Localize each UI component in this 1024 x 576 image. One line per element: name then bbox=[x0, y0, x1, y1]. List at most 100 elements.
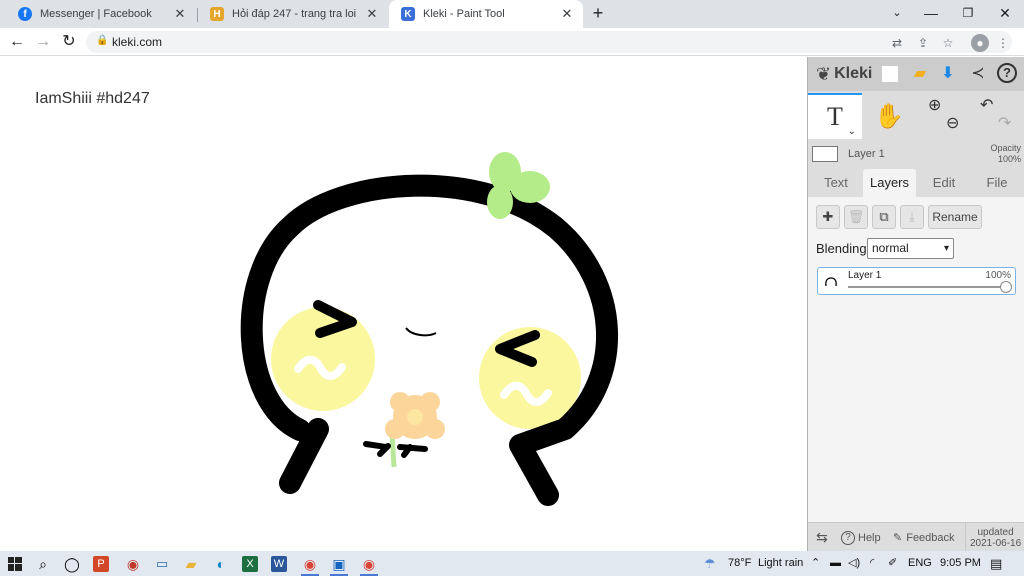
hoidap-icon: H bbox=[210, 7, 224, 21]
volume-icon[interactable]: ◁) bbox=[848, 551, 860, 576]
rename-button[interactable]: Rename bbox=[928, 205, 982, 229]
hand-tool-button[interactable]: ✋ bbox=[862, 93, 916, 139]
hand-icon: ✋ bbox=[874, 102, 904, 130]
zoom-tool-button[interactable]: ⊕ ⊖ bbox=[916, 93, 970, 139]
edge-icon[interactable]: ◐ bbox=[211, 554, 231, 574]
profile-avatar-icon[interactable]: ● bbox=[971, 34, 989, 52]
blending-select[interactable]: normal ▾ bbox=[867, 238, 954, 259]
menu-kebab-icon[interactable]: ⋮ bbox=[994, 34, 1012, 52]
layer-name: Layer 1 bbox=[848, 270, 882, 281]
undo-redo-button[interactable]: ↶ ↷ bbox=[970, 93, 1024, 139]
tab-edit[interactable]: Edit bbox=[920, 169, 968, 197]
monitor-icon[interactable]: ▭ bbox=[152, 554, 172, 574]
help-label: Help bbox=[858, 531, 881, 544]
chrome-red-icon[interactable]: ◉ bbox=[123, 554, 143, 574]
layer-thumbnail bbox=[825, 277, 837, 287]
layer-list-item[interactable]: Layer 1 100% bbox=[817, 267, 1016, 295]
add-layer-button[interactable]: ✚ bbox=[816, 205, 840, 229]
feedback-link[interactable]: ✎ Feedback bbox=[893, 523, 955, 552]
chrome-active-icon[interactable]: ◉ bbox=[359, 554, 379, 574]
bookmark-star-icon[interactable]: ☆ bbox=[939, 34, 957, 52]
photos-icon[interactable]: ▣ bbox=[329, 554, 349, 574]
kleki-logo[interactable]: ❦ Kleki bbox=[816, 64, 872, 85]
update-info[interactable]: updated 2021-06-16 bbox=[965, 523, 1021, 552]
browser-tab-strip: f Messenger | Facebook ✕ H Hỏi đáp 247 -… bbox=[0, 0, 1024, 28]
close-window-icon[interactable]: ✕ bbox=[994, 2, 1016, 24]
address-bar[interactable]: 🔒 kleki.com ⇄ ⇪ ☆ ● ⋮ bbox=[86, 31, 1012, 53]
zoom-out-icon: ⊖ bbox=[946, 115, 960, 132]
text-tool-button[interactable]: T ⌄ bbox=[808, 93, 862, 139]
wifi-icon[interactable]: ◜ bbox=[870, 551, 874, 576]
feedback-label: Feedback bbox=[906, 531, 955, 544]
forward-icon[interactable]: → bbox=[32, 31, 54, 53]
task-view-icon[interactable]: ◯ bbox=[62, 554, 82, 574]
facebook-icon: f bbox=[18, 7, 32, 21]
layer-opacity-handle[interactable] bbox=[1000, 281, 1012, 293]
kleki-side-panel: ❦ Kleki ▰ ⬇ ≺ ? T ⌄ ✋ ⊕ ⊖ ↶ ↷ Layer 1 Op… bbox=[807, 57, 1024, 552]
panel-footer: ⇆ ? Help ✎ Feedback updated 2021-06-16 bbox=[808, 522, 1024, 552]
chevron-down-icon: ▾ bbox=[943, 243, 949, 254]
powerpoint-icon[interactable]: P bbox=[93, 556, 109, 572]
layer-opacity-slider[interactable] bbox=[848, 286, 1008, 288]
kleki-icon: K bbox=[401, 7, 415, 21]
pen-icon[interactable]: ✐ bbox=[888, 551, 897, 576]
restore-icon[interactable]: ❐ bbox=[957, 2, 979, 24]
drawing-canvas[interactable]: IamShiii #hd247 bbox=[0, 57, 807, 551]
merge-layer-button[interactable]: ⤓ bbox=[900, 205, 924, 229]
tab-hoidap[interactable]: H Hỏi đáp 247 - trang tra loi ✕ bbox=[198, 0, 388, 28]
search-icon[interactable]: ⌕ bbox=[33, 554, 53, 574]
tab-text[interactable]: Text bbox=[812, 169, 860, 197]
weather-rain-icon[interactable]: ☂ bbox=[704, 551, 716, 576]
layer-preview-thumbnail bbox=[812, 146, 838, 162]
chrome-icon[interactable]: ◉ bbox=[300, 554, 320, 574]
lock-icon: 🔒 bbox=[96, 35, 109, 46]
tab-messenger[interactable]: f Messenger | Facebook ✕ bbox=[6, 0, 196, 28]
weather-temp[interactable]: 78°F bbox=[728, 551, 751, 576]
file-explorer-icon[interactable]: ▰ bbox=[181, 554, 201, 574]
kleki-logo-icon: ❦ bbox=[816, 63, 832, 84]
back-icon[interactable]: ← bbox=[6, 31, 28, 53]
minimize-icon[interactable]: — bbox=[920, 2, 942, 24]
help-link[interactable]: ? Help bbox=[841, 523, 881, 552]
undo-icon: ↶ bbox=[980, 97, 994, 114]
trash-icon: 🗑 bbox=[847, 209, 865, 224]
layer-preview-opacity: Opacity 100% bbox=[990, 143, 1021, 165]
new-image-icon[interactable] bbox=[881, 65, 899, 83]
close-tab-icon[interactable]: ✕ bbox=[364, 6, 380, 22]
clock[interactable]: 9:05 PM bbox=[940, 551, 981, 576]
url-text: kleki.com bbox=[112, 35, 163, 49]
open-folder-icon[interactable]: ▰ bbox=[909, 63, 931, 85]
swap-side-icon[interactable]: ⇆ bbox=[816, 523, 828, 552]
weather-desc[interactable]: Light rain bbox=[758, 551, 803, 576]
kleki-header: ❦ Kleki ▰ ⬇ ≺ ? bbox=[808, 57, 1024, 91]
new-tab-icon[interactable]: + bbox=[587, 2, 609, 24]
plus-icon: ✚ bbox=[822, 209, 834, 224]
tab-layers[interactable]: Layers bbox=[863, 169, 916, 197]
delete-layer-button[interactable]: 🗑 bbox=[844, 205, 868, 229]
language-indicator[interactable]: ENG bbox=[908, 551, 932, 576]
windows-start-icon[interactable] bbox=[5, 554, 25, 574]
tab-file[interactable]: File bbox=[972, 169, 1022, 197]
duplicate-layer-button[interactable]: ⧉ bbox=[872, 205, 896, 229]
download-icon[interactable]: ⬇ bbox=[937, 63, 959, 85]
opacity-label: Opacity bbox=[990, 143, 1021, 153]
tab-search-icon[interactable]: ⌄ bbox=[886, 2, 908, 24]
layer-preview[interactable]: Layer 1 Opacity 100% bbox=[812, 143, 1021, 169]
translate-icon[interactable]: ⇄ bbox=[888, 34, 906, 52]
share-icon[interactable]: ⇪ bbox=[914, 34, 932, 52]
close-tab-icon[interactable]: ✕ bbox=[559, 6, 575, 22]
text-tool-icon: T bbox=[827, 102, 843, 131]
tab-kleki[interactable]: K Kleki - Paint Tool ✕ bbox=[389, 0, 583, 28]
tab-title: Kleki - Paint Tool bbox=[423, 8, 505, 20]
word-icon[interactable]: W bbox=[271, 556, 287, 572]
reload-icon[interactable]: ↻ bbox=[58, 31, 80, 53]
share-icon[interactable]: ≺ bbox=[967, 63, 989, 85]
layer-preview-name: Layer 1 bbox=[848, 148, 885, 160]
battery-icon[interactable]: ▬ bbox=[830, 551, 841, 576]
close-tab-icon[interactable]: ✕ bbox=[172, 6, 188, 22]
redo-icon: ↷ bbox=[998, 115, 1012, 132]
help-icon[interactable]: ? bbox=[997, 63, 1017, 83]
excel-icon[interactable]: X bbox=[242, 556, 258, 572]
chevron-up-icon[interactable]: ⌃ bbox=[811, 551, 820, 576]
notification-icon[interactable]: ▤ bbox=[990, 551, 1002, 576]
